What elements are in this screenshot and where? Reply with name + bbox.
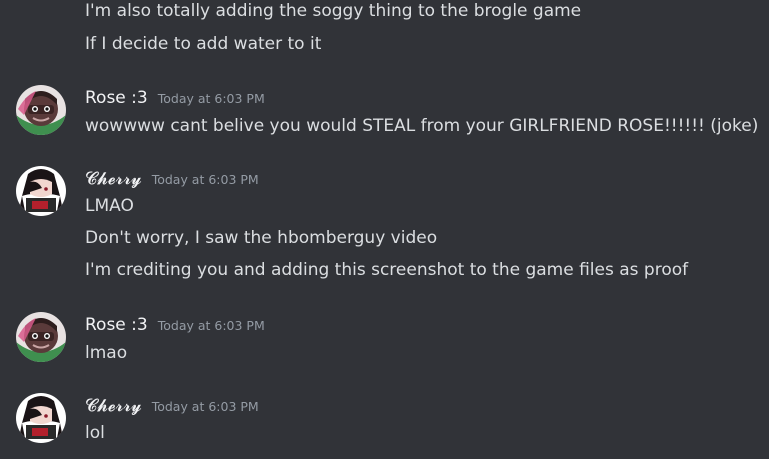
message-text: lol	[85, 423, 105, 443]
cherry-avatar-icon[interactable]	[16, 166, 66, 216]
timestamp[interactable]: Today at 6:03 PM	[152, 172, 259, 187]
username[interactable]: 𝓒𝓱𝓮𝓻𝓻𝔂	[85, 395, 142, 417]
cherry-avatar-icon[interactable]	[16, 393, 66, 443]
rose-avatar-icon[interactable]	[16, 312, 66, 362]
message-text: If I decide to add water to it	[85, 34, 322, 54]
username[interactable]: Rose :3	[85, 87, 148, 109]
message-text: I'm crediting you and adding this screen…	[85, 260, 689, 280]
username[interactable]: Rose :3	[85, 314, 148, 336]
timestamp[interactable]: Today at 6:03 PM	[158, 318, 265, 333]
timestamp[interactable]: Today at 6:03 PM	[152, 399, 259, 414]
rose-avatar-icon[interactable]	[16, 85, 66, 135]
username[interactable]: 𝓒𝓱𝓮𝓻𝓻𝔂	[85, 168, 142, 190]
message-text: Don't worry, I saw the hbomberguy video	[85, 228, 438, 248]
timestamp[interactable]: Today at 6:03 PM	[158, 91, 265, 106]
message-text: lmao	[85, 343, 128, 363]
message-text: I'm also totally adding the soggy thing …	[85, 1, 582, 21]
message-text: LMAO	[85, 196, 134, 216]
chat-message-list: I'm also totally adding the soggy thing …	[0, 0, 769, 459]
message-text: wowwww cant belive you would STEAL from …	[85, 116, 759, 136]
